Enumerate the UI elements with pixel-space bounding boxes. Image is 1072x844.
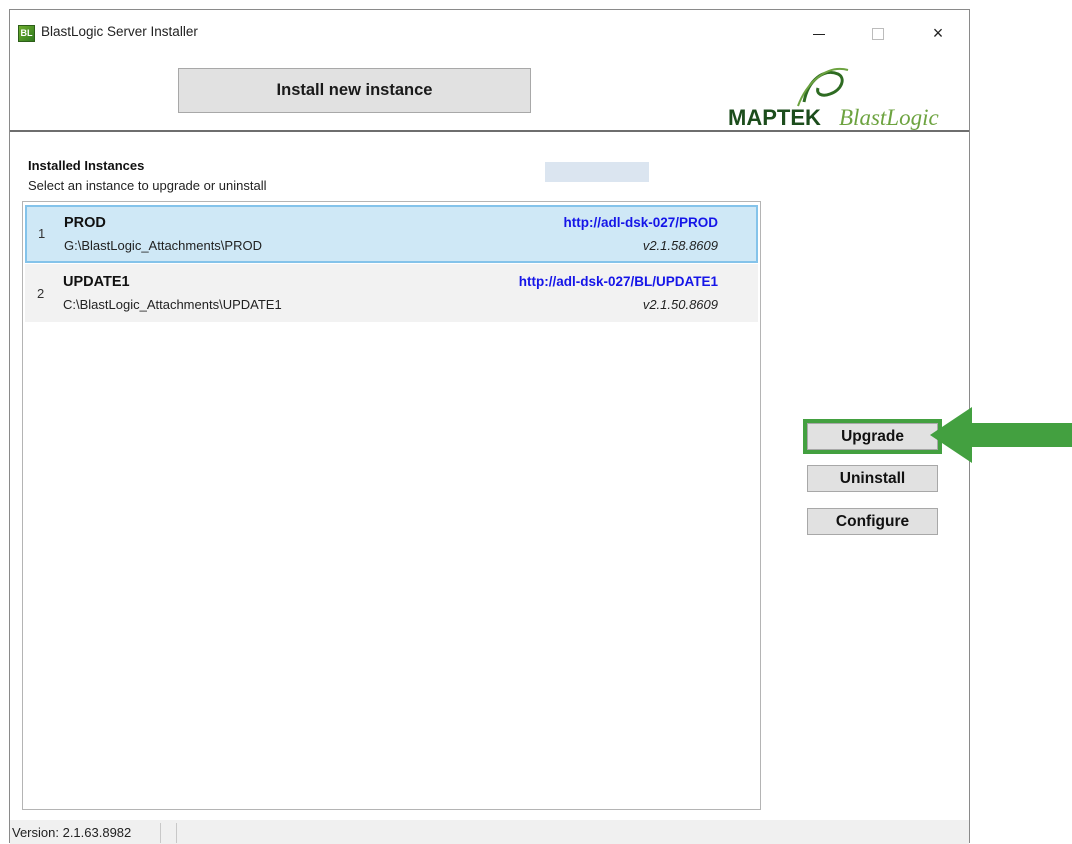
installed-instances-subtitle: Select an instance to upgrade or uninsta… — [28, 178, 267, 193]
instance-index: 2 — [37, 286, 45, 301]
logo-swoosh-icon — [797, 67, 849, 107]
instance-version: v2.1.58.8609 — [642, 238, 718, 253]
instance-path: C:\BlastLogic_Attachments\UPDATE1 — [63, 297, 282, 312]
instance-name: PROD — [64, 215, 106, 231]
install-new-instance-button[interactable]: Install new instance — [178, 68, 531, 113]
progress-indicator — [545, 162, 649, 182]
version-label: Version: 2.1.63.8982 — [12, 825, 132, 840]
installed-instances-title: Installed Instances — [28, 158, 145, 173]
status-separator — [160, 823, 161, 843]
maximize-button[interactable] — [855, 18, 901, 48]
close-button[interactable]: × — [915, 18, 961, 48]
instance-list[interactable]: 1 PROD G:\BlastLogic_Attachments\PROD ht… — [22, 201, 761, 810]
app-icon: BL — [18, 25, 35, 42]
close-icon: × — [932, 23, 944, 43]
window-title: BlastLogic Server Installer — [41, 24, 198, 39]
configure-button[interactable]: Configure — [807, 508, 938, 535]
instance-version: v2.1.50.8609 — [642, 297, 718, 312]
installer-window: BL BlastLogic Server Installer × Install… — [9, 9, 970, 844]
instance-index: 1 — [38, 226, 46, 241]
title-bar[interactable]: BL BlastLogic Server Installer × — [10, 10, 969, 54]
maximize-icon — [872, 28, 884, 41]
upgrade-button[interactable]: Upgrade — [803, 419, 942, 454]
instance-name: UPDATE1 — [63, 274, 130, 290]
header-divider — [10, 130, 969, 132]
logo-product-text: BlastLogic — [839, 105, 939, 130]
green-arrow-annotation-icon — [930, 407, 1072, 463]
instance-row-update1[interactable]: 2 UPDATE1 C:\BlastLogic_Attachments\UPDA… — [25, 264, 758, 322]
minimize-button[interactable] — [796, 18, 842, 48]
instance-url-link[interactable]: http://adl-dsk-027/PROD — [563, 215, 718, 230]
status-bar: Version: 2.1.63.8982 — [10, 820, 969, 844]
minimize-icon — [813, 33, 825, 35]
instance-row-prod[interactable]: 1 PROD G:\BlastLogic_Attachments\PROD ht… — [25, 205, 758, 263]
logo-brand-text: MAPTEK — [728, 105, 821, 130]
maptek-blastlogic-logo: MAPTEK BlastLogic — [728, 67, 939, 130]
uninstall-button[interactable]: Uninstall — [807, 465, 938, 492]
instance-url-link[interactable]: http://adl-dsk-027/BL/UPDATE1 — [519, 274, 718, 289]
status-separator — [176, 823, 177, 843]
instance-path: G:\BlastLogic_Attachments\PROD — [64, 238, 262, 253]
